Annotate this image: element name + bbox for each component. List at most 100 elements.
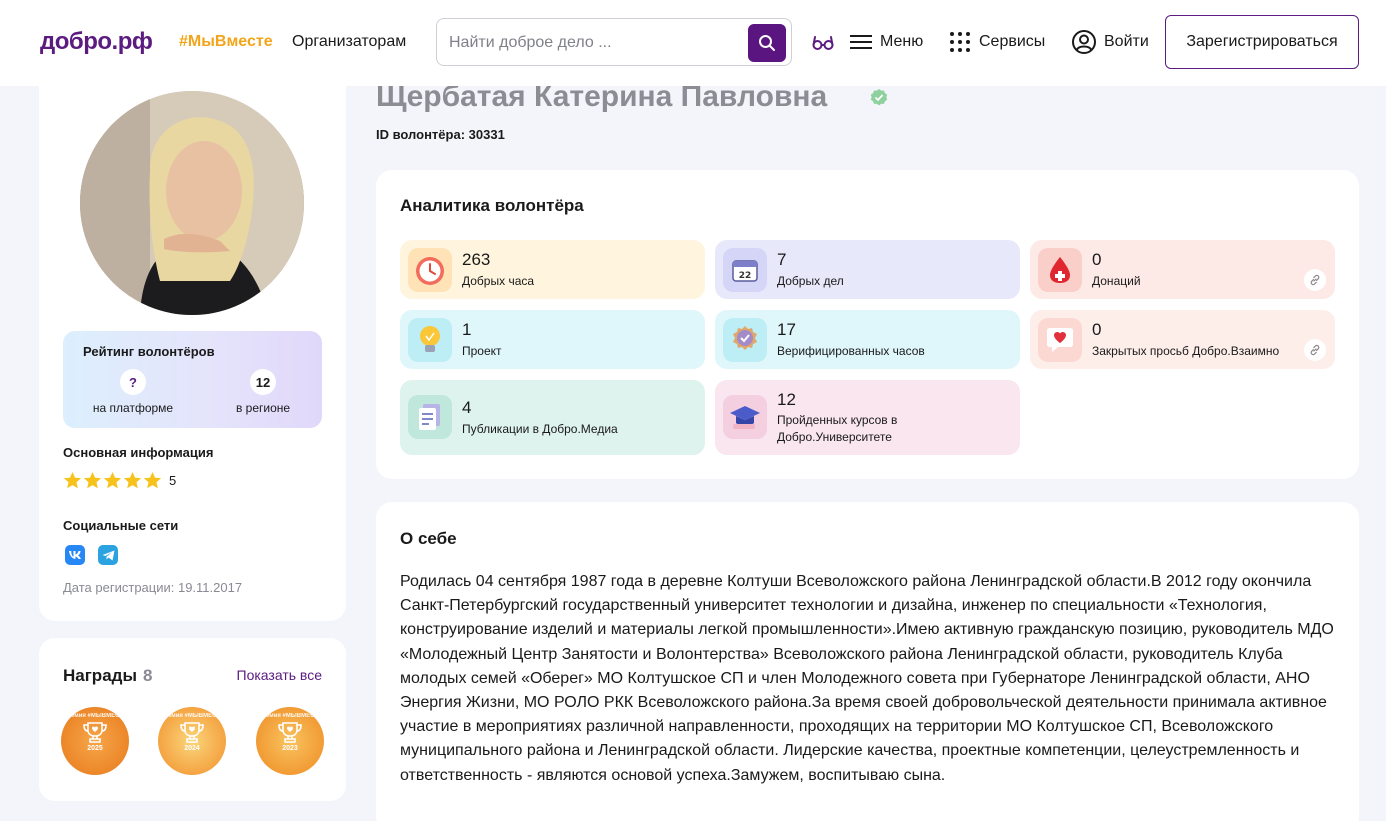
awards-title-text: Награды [63, 666, 137, 685]
register-button[interactable]: Зарегистрироваться [1165, 15, 1359, 69]
verified-check-icon [870, 89, 888, 106]
login-button[interactable]: Войти [1072, 30, 1149, 54]
region-rating-value: 12 [250, 369, 276, 395]
award-year: 2024 [184, 745, 200, 752]
trophy-icon [83, 722, 107, 743]
trophy-icon [278, 722, 302, 743]
stars-value: 5 [169, 473, 177, 488]
trophy-icon [180, 722, 204, 743]
vk-icon[interactable] [65, 545, 85, 565]
lightbulb-icon [408, 318, 452, 362]
stat-label: Добрых дел [777, 274, 844, 288]
about-title: О себе [400, 529, 457, 548]
logo-text: добро.рф [40, 28, 153, 55]
star-rating: 5 [63, 471, 176, 490]
telegram-icon[interactable] [98, 545, 118, 565]
stat-value: 263 [462, 250, 491, 269]
hamburger-icon [850, 33, 872, 51]
heart-bubble-icon [1038, 318, 1082, 362]
volunteer-id-label: ID волонтёра: [376, 127, 466, 142]
stat-publications: 4 Публикации в Добро.Медиа [400, 380, 705, 455]
user-circle-icon [1072, 30, 1096, 54]
volunteer-id-value: 30331 [468, 127, 505, 142]
stat-label: Верифицированных часов [777, 344, 925, 358]
link-icon[interactable] [1304, 339, 1326, 361]
stat-label: Публикации в Добро.Медиа [462, 422, 618, 436]
stat-good-deeds: 22 7 Добрых дел [715, 240, 1020, 299]
star-icon [143, 471, 162, 489]
link-icon[interactable] [1304, 269, 1326, 291]
menu-button[interactable]: Меню [850, 30, 923, 54]
site-logo[interactable]: добро.рф [40, 28, 153, 56]
stat-verified-hours: 17 Верифицированных часов [715, 310, 1020, 369]
award-medal[interactable]: Премия #МЫВМЕСТЕ 2023 [256, 707, 324, 775]
stat-label: Добрых часа [462, 274, 535, 288]
stat-value: 7 [777, 250, 787, 269]
stat-value: 1 [462, 320, 472, 339]
stat-good-hours: 263 Добрых часа [400, 240, 705, 299]
region-rating-label: в регионе [235, 401, 291, 415]
stat-closed-requests: 0 Закрытых просьб Добро.Взаимно [1030, 310, 1335, 369]
search-icon [759, 35, 775, 51]
stat-projects: 1 Проект [400, 310, 705, 369]
svg-text:22: 22 [739, 271, 752, 281]
verified-badge-icon [723, 318, 767, 362]
about-text: Родилась 04 сентября 1987 года в деревне… [400, 573, 1334, 784]
volunteer-id: ID волонтёра: 30331 [376, 127, 505, 142]
platform-rating-value[interactable]: ? [120, 369, 146, 395]
award-year: 2025 [87, 745, 103, 752]
rating-title: Рейтинг волонтёров [83, 344, 215, 359]
social-title: Социальные сети [63, 518, 179, 533]
profile-card: Рейтинг волонтёров ? на платформе 12 в р… [39, 70, 346, 621]
social-links [65, 545, 118, 565]
star-icon [63, 471, 82, 489]
award-medal[interactable]: Премия #МЫВМЕСТЕ 2024 [158, 707, 226, 775]
stat-label: Пройденных курсов в Добро.Университете [777, 413, 898, 444]
accessibility-glasses-icon[interactable] [811, 31, 835, 55]
menu-label: Меню [880, 33, 924, 50]
stat-label: Проект [462, 344, 502, 358]
platform-rating-label: на платформе [92, 401, 174, 415]
analytics-title: Аналитика волонтёра [400, 196, 584, 215]
registration-date: Дата регистрации: 19.11.2017 [63, 580, 243, 595]
platform-rating: ? на платформе [73, 369, 193, 415]
site-header: добро.рф #МыВместе Организаторам Меню [0, 0, 1386, 86]
about-card: О себе Родилась 04 сентября 1987 года в … [376, 502, 1359, 821]
clock-icon [408, 248, 452, 292]
login-label: Войти [1104, 33, 1149, 50]
star-icon [103, 471, 122, 489]
award-title: Премия #МЫВМЕСТЕ [63, 713, 127, 719]
organizers-link[interactable]: Организаторам [292, 33, 406, 51]
stat-value: 0 [1092, 250, 1102, 269]
stat-courses: 12 Пройденных курсов в Добро.Университет… [715, 380, 1020, 455]
awards-title: Награды 8 [63, 666, 152, 686]
volunteer-rating-box: Рейтинг волонтёров ? на платформе 12 в р… [63, 331, 322, 428]
search-input[interactable] [449, 31, 739, 55]
services-button[interactable]: Сервисы [949, 30, 1045, 54]
award-medal[interactable]: Премия #МЫВМЕСТЕ 2025 [61, 707, 129, 775]
award-year: 2023 [282, 745, 298, 752]
stat-value: 0 [1092, 320, 1102, 339]
stat-donations: 0 Донаций [1030, 240, 1335, 299]
search-box [436, 18, 792, 66]
calendar-icon: 22 [723, 248, 767, 292]
search-button[interactable] [748, 24, 786, 62]
region-rating: 12 в регионе [203, 369, 323, 415]
stat-label: Донаций [1092, 274, 1141, 288]
awards-card: Награды 8 Показать все Премия #МЫВМЕСТЕ 2… [39, 638, 346, 801]
avatar-photo [80, 91, 304, 315]
avatar [80, 91, 304, 315]
grid-dots-icon [949, 31, 971, 53]
award-title: Премия #МЫВМЕСТЕ [160, 713, 224, 719]
stat-value: 4 [462, 398, 472, 417]
awards-count: 8 [142, 666, 153, 685]
award-title: Премия #МЫВМЕСТЕ [258, 713, 322, 719]
star-icon [83, 471, 102, 489]
blood-drop-icon [1038, 248, 1082, 292]
basic-info-title: Основная информация [63, 445, 214, 460]
my-vmeste-link[interactable]: #МыВместе [179, 33, 273, 51]
documents-icon [408, 395, 452, 439]
services-label: Сервисы [979, 33, 1046, 50]
show-all-awards-link[interactable]: Показать все [237, 667, 322, 683]
star-icon [123, 471, 142, 489]
